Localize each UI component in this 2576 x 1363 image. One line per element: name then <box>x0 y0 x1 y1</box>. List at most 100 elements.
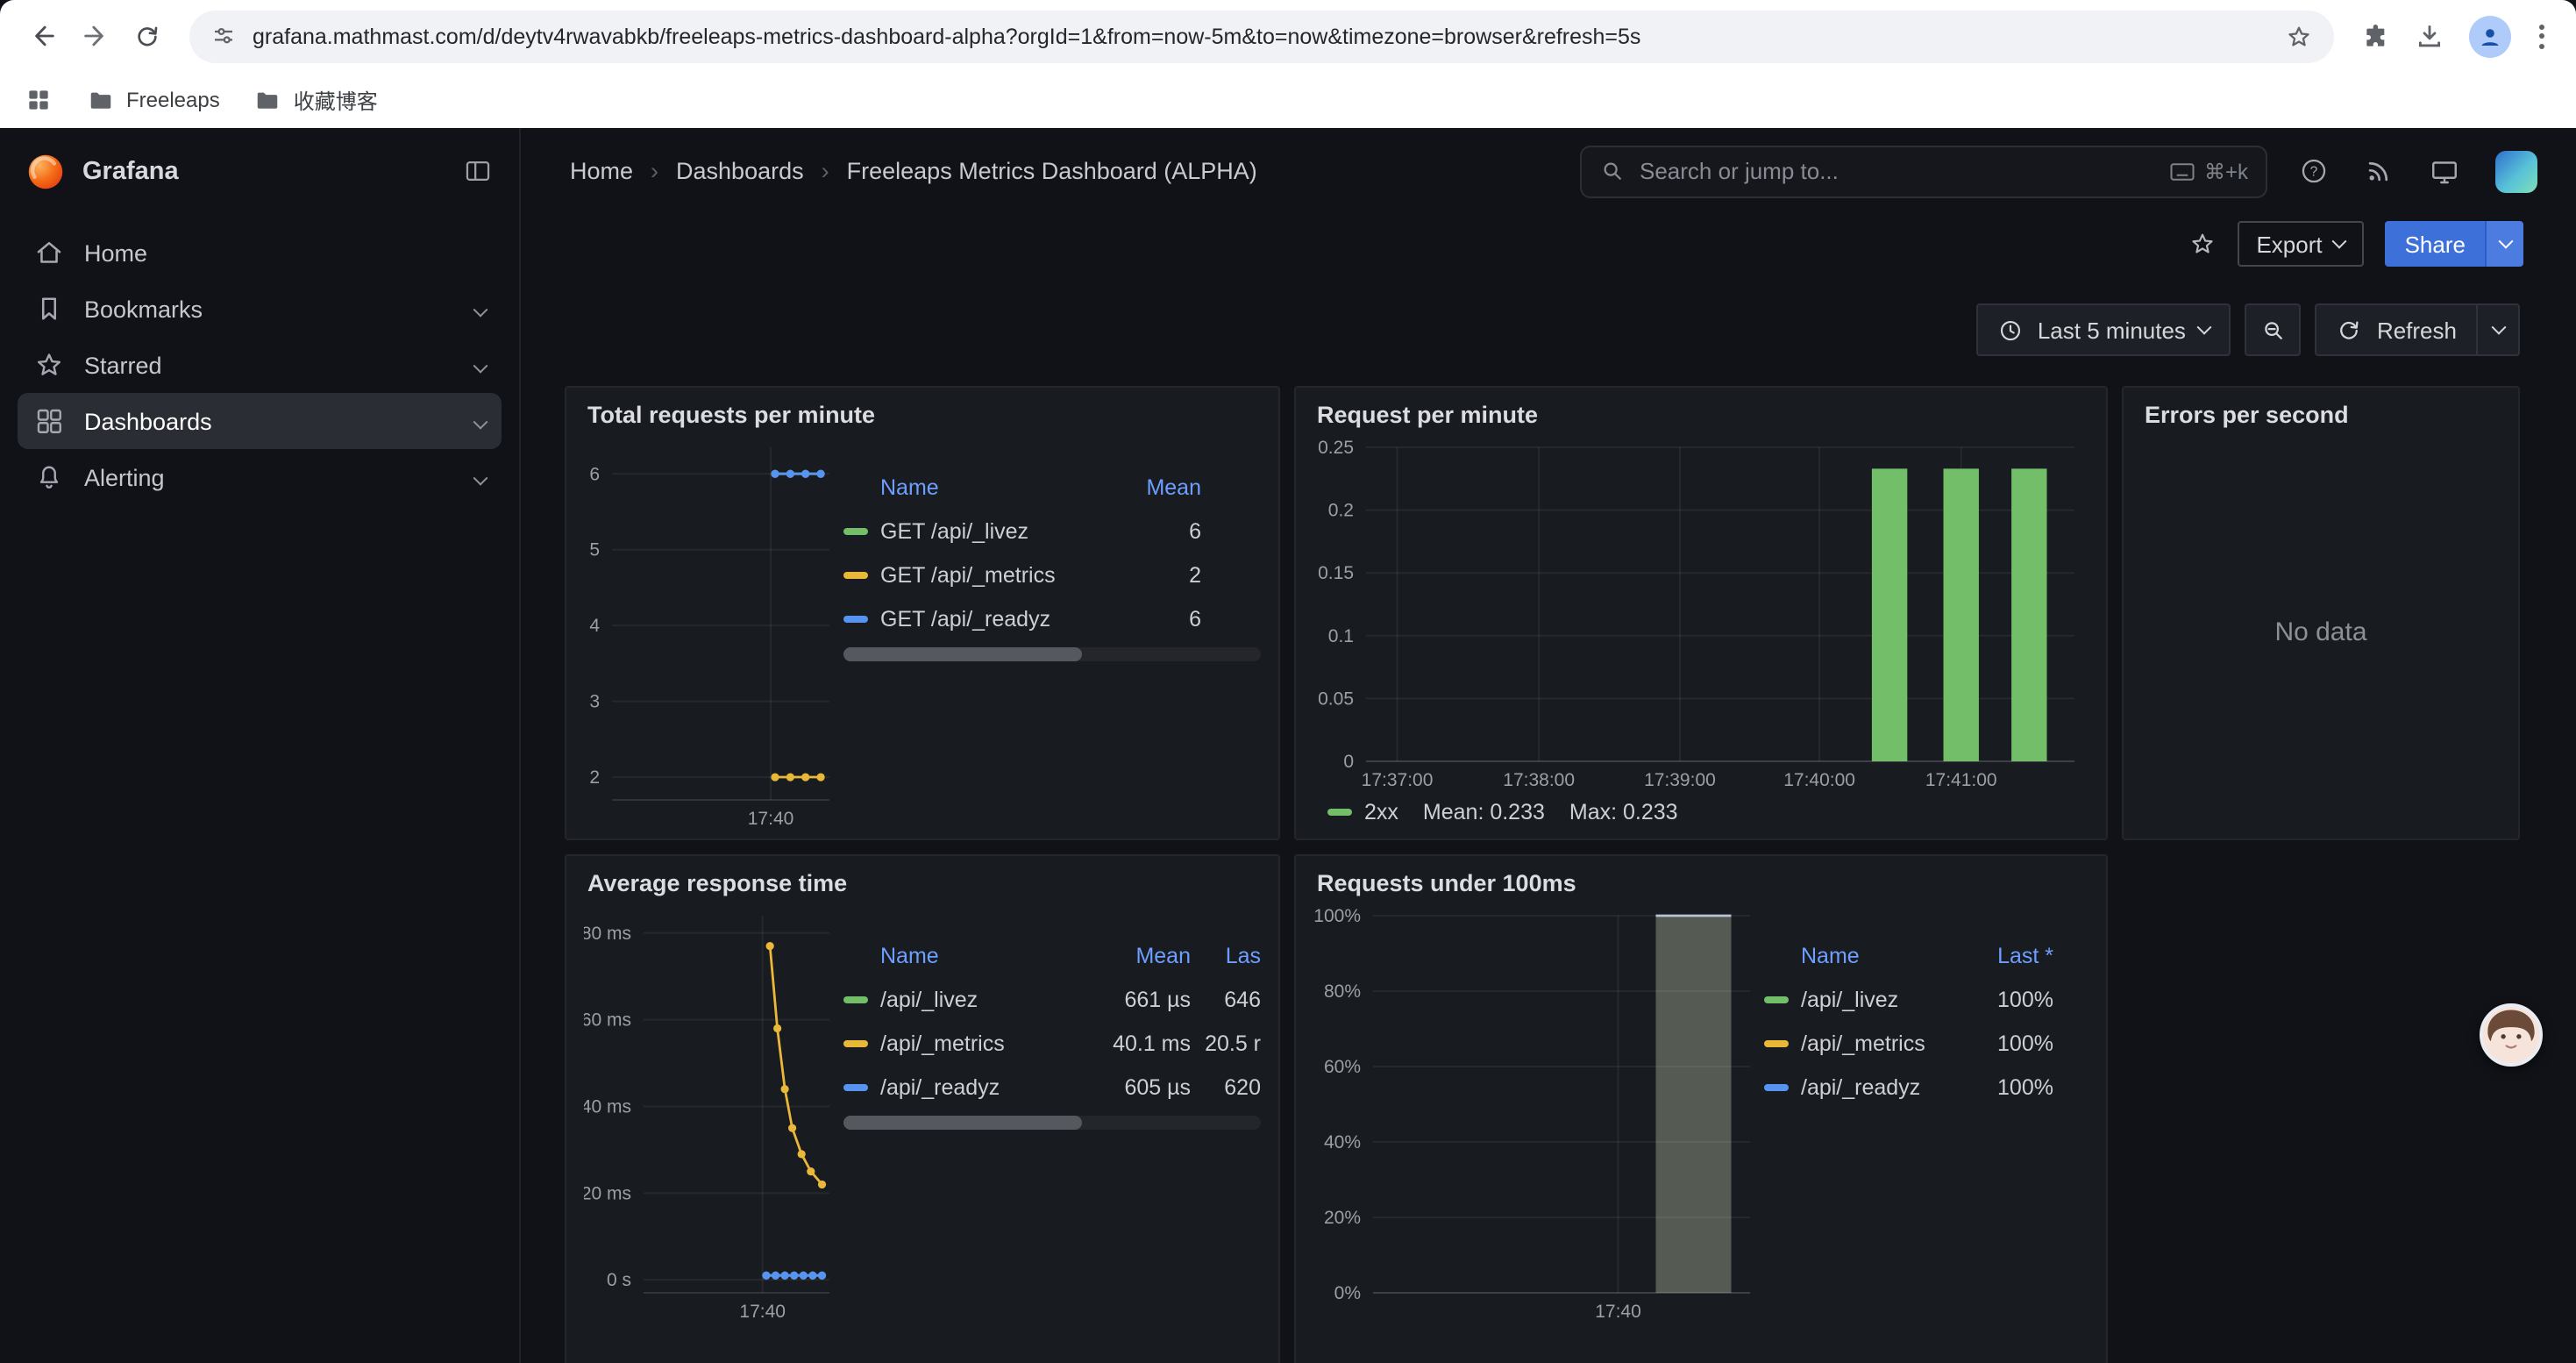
bookmark-star-icon[interactable] <box>2285 22 2313 50</box>
table-header-name[interactable]: Name <box>843 944 1089 968</box>
sidebar-item-home[interactable]: Home <box>18 225 502 281</box>
bookmark-folder-blogs[interactable]: 收藏博客 <box>255 85 378 115</box>
sidebar-item-dashboards[interactable]: Dashboards <box>18 393 502 449</box>
back-button[interactable] <box>18 11 67 61</box>
svg-text:100%: 100% <box>1313 906 1361 926</box>
extensions-icon[interactable] <box>2362 22 2390 50</box>
series-name: /api/_readyz <box>880 1074 1000 1099</box>
horizontal-scrollbar[interactable] <box>843 1116 1261 1130</box>
svg-text:0.15: 0.15 <box>1318 563 1354 583</box>
forward-arrow-icon <box>80 21 110 51</box>
apps-grid-icon[interactable] <box>25 86 53 114</box>
scrollbar-thumb[interactable] <box>843 647 1081 661</box>
help-icon[interactable]: ? <box>2299 156 2329 186</box>
url-text[interactable]: grafana.mathmast.com/d/deytv4rwavabkb/fr… <box>253 24 2269 48</box>
table-header-mean[interactable]: Mean <box>1110 475 1201 500</box>
table-row[interactable]: /api/_readyz 605 µs 620 <box>843 1065 1261 1109</box>
refresh-group: Refresh <box>2316 303 2520 356</box>
table-row[interactable]: /api/_livez 100% <box>1764 977 2089 1021</box>
share-button[interactable]: Share <box>2386 221 2523 267</box>
table-row[interactable]: GET /api/_livez 6 <box>843 509 1261 553</box>
table-header-name[interactable]: Name <box>1764 944 1973 968</box>
panel-title[interactable]: Average response time <box>566 856 1278 900</box>
panel-title[interactable]: Request per minute <box>1296 388 2106 432</box>
svg-text:0: 0 <box>1343 752 1354 772</box>
monitor-icon[interactable] <box>2429 155 2460 187</box>
download-icon[interactable] <box>2415 21 2444 51</box>
svg-text:40%: 40% <box>1324 1132 1361 1152</box>
search-box[interactable]: ⌘+k <box>1580 145 2267 197</box>
bookmark-folder-freeleaps[interactable]: Freeleaps <box>88 87 220 113</box>
browser-chrome: grafana.mathmast.com/d/deytv4rwavabkb/fr… <box>0 0 2576 128</box>
sidebar-item-alerting[interactable]: Alerting <box>18 449 502 505</box>
time-range-picker[interactable]: Last 5 minutes <box>1976 303 2231 356</box>
grafana-header: Home › Dashboards › Freeleaps Metrics Da… <box>521 128 2576 214</box>
dashboard-toolbar: Export Share <box>521 214 2576 274</box>
table-header-last[interactable]: Last * <box>1973 944 2053 968</box>
chart-area: 0%20%40%60%80%100%17:40 <box>1313 900 1764 1363</box>
request-per-minute-chart[interactable]: 00.050.10.150.20.2517:37:0017:38:0017:39… <box>1313 432 2089 793</box>
chart-area: 2345617:40 <box>584 432 843 831</box>
legend-item[interactable]: 2xx <box>1327 800 1398 824</box>
user-avatar[interactable] <box>2495 150 2537 192</box>
browser-menu-icon[interactable] <box>2536 20 2548 52</box>
panel-title[interactable]: Requests under 100ms <box>1296 856 2106 900</box>
series-mean: 605 µs <box>1089 1074 1191 1099</box>
table-row[interactable]: /api/_metrics 100% <box>1764 1021 2089 1065</box>
panel-average-response-time: Average response time 0 s20 ms40 ms60 ms… <box>565 854 1280 1363</box>
sidebar-item-starred[interactable]: Starred <box>18 337 502 393</box>
table-header-mean[interactable]: Mean <box>1089 944 1191 968</box>
total-requests-chart[interactable]: 2345617:40 <box>584 432 843 831</box>
floating-assistant-avatar[interactable] <box>2480 1003 2543 1067</box>
share-menu-button[interactable] <box>2485 221 2523 267</box>
scrollbar-thumb[interactable] <box>843 1116 1081 1130</box>
panel-title[interactable]: Total requests per minute <box>566 388 1278 432</box>
news-rss-icon[interactable] <box>2364 156 2394 186</box>
search-input[interactable] <box>1640 158 2155 184</box>
table-row[interactable]: GET /api/_metrics 2 <box>843 553 1261 596</box>
reload-button[interactable] <box>123 11 172 61</box>
forward-button[interactable] <box>70 11 119 61</box>
svg-text:0%: 0% <box>1334 1283 1361 1303</box>
svg-text:0.05: 0.05 <box>1318 689 1354 709</box>
grafana-logo[interactable] <box>26 152 65 190</box>
table-row[interactable]: /api/_metrics 40.1 ms 20.5 r <box>843 1021 1261 1065</box>
star-icon <box>33 349 65 381</box>
chevron-down-icon <box>473 358 488 373</box>
svg-text:80%: 80% <box>1324 981 1361 1002</box>
panel-table: Name Mean GET /api/_livez 6 GET /api/_me… <box>843 432 1261 831</box>
series-color-dash <box>843 571 868 578</box>
legend-series: 2xx <box>1364 800 1398 824</box>
table-header-last[interactable]: Las <box>1191 944 1261 968</box>
sidebar-nav: Home Bookmarks Starred Dashboards <box>0 214 519 516</box>
horizontal-scrollbar[interactable] <box>843 647 1261 661</box>
table-row[interactable]: /api/_readyz 100% <box>1764 1065 2089 1109</box>
panel-title[interactable]: Errors per second <box>2124 388 2518 432</box>
browser-profile-avatar[interactable] <box>2469 15 2511 57</box>
chart-area: 00.050.10.150.20.2517:37:0017:38:0017:39… <box>1313 432 2089 793</box>
table-row[interactable]: /api/_livez 661 µs 646 <box>843 977 1261 1021</box>
no-data-message: No data <box>2141 432 2501 831</box>
avg-response-time-chart[interactable]: 0 s20 ms40 ms60 ms80 ms17:40 <box>584 900 843 1324</box>
breadcrumb-home[interactable]: Home <box>570 158 633 184</box>
refresh-interval-button[interactable] <box>2478 303 2520 356</box>
screen: grafana.mathmast.com/d/deytv4rwavabkb/fr… <box>0 0 2576 1363</box>
series-color-dash <box>843 527 868 534</box>
requests-under-100ms-chart[interactable]: 0%20%40%60%80%100%17:40 <box>1313 900 1764 1324</box>
svg-text:20%: 20% <box>1324 1208 1361 1228</box>
refresh-button[interactable]: Refresh <box>2316 303 2478 356</box>
site-settings-icon[interactable] <box>210 23 237 49</box>
table-row[interactable]: GET /api/_readyz 6 <box>843 596 1261 640</box>
export-button[interactable]: Export <box>2237 221 2364 267</box>
table-header-name[interactable]: Name <box>843 475 1110 500</box>
breadcrumb-dashboards[interactable]: Dashboards <box>676 158 804 184</box>
svg-text:60 ms: 60 ms <box>584 1010 631 1031</box>
url-bar[interactable]: grafana.mathmast.com/d/deytv4rwavabkb/fr… <box>189 10 2334 62</box>
svg-text:17:40:00: 17:40:00 <box>1783 770 1855 790</box>
collapse-sidebar-button[interactable] <box>463 156 493 186</box>
series-color-dash <box>843 615 868 622</box>
favorite-star-icon[interactable] <box>2188 230 2216 258</box>
zoom-out-button[interactable] <box>2245 303 2302 356</box>
sidebar-item-bookmarks[interactable]: Bookmarks <box>18 281 502 337</box>
series-mean: 2 <box>1110 562 1201 587</box>
